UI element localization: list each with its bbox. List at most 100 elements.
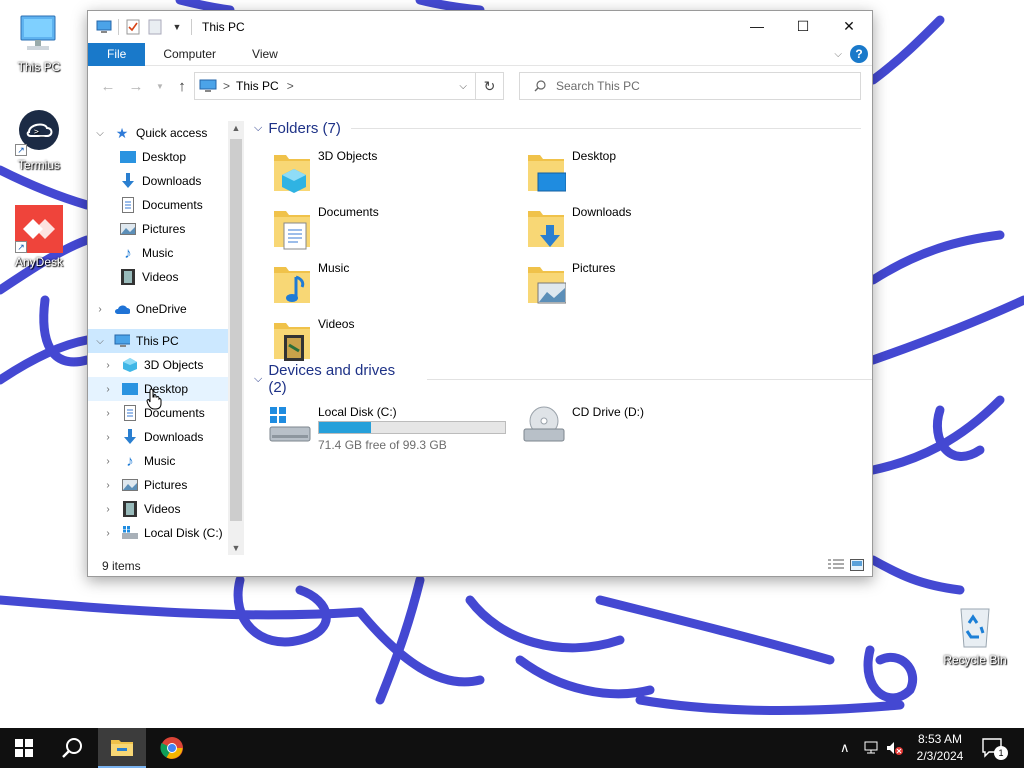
- taskbar-chrome[interactable]: [148, 728, 196, 768]
- mouse-cursor-hand-icon: [146, 388, 162, 410]
- desktop-icon: [122, 381, 138, 397]
- up-button[interactable]: ↑: [172, 76, 192, 96]
- back-button[interactable]: ←: [98, 76, 118, 96]
- breadcrumb-this-pc[interactable]: This PC: [236, 79, 279, 93]
- folders-group-header[interactable]: ⌵ Folders (7): [254, 117, 861, 139]
- forward-button[interactable]: →: [126, 76, 146, 96]
- nav-scrollbar[interactable]: ▲ ▼: [228, 121, 244, 555]
- drive-local-disk-c[interactable]: Local Disk (C:) 71.4 GB free of 99.3 GB: [268, 403, 518, 453]
- drive-cd-d[interactable]: CD Drive (D:): [522, 403, 772, 453]
- nav-item-pictures[interactable]: Pictures 📌: [88, 217, 244, 241]
- nav-item-downloads[interactable]: › Downloads: [88, 425, 244, 449]
- taskbar-file-explorer[interactable]: [98, 728, 146, 768]
- nav-item-local-disk[interactable]: › Local Disk (C:): [88, 521, 244, 545]
- toolbar-divider: [191, 19, 192, 35]
- nav-item-documents[interactable]: › Documents: [88, 401, 244, 425]
- scroll-down-icon[interactable]: ▼: [228, 541, 244, 555]
- title-bar[interactable]: ▼ This PC — ☐ ✕: [88, 11, 872, 43]
- window-controls: — ☐ ✕: [734, 11, 872, 41]
- nav-item-videos[interactable]: › Videos: [88, 497, 244, 521]
- search-input[interactable]: [556, 79, 836, 93]
- nav-item-3d-objects[interactable]: › 3D Objects: [88, 353, 244, 377]
- nav-quick-access[interactable]: ⌵ ★ Quick access: [88, 121, 244, 145]
- start-button[interactable]: [0, 728, 48, 768]
- nav-item-downloads[interactable]: Downloads 📌: [88, 169, 244, 193]
- desktop-icon-this-pc[interactable]: This PC: [4, 10, 74, 74]
- chevron-down-icon[interactable]: ⌵: [254, 122, 262, 135]
- taskbar: ∧ 8:53 AM 2/3/2024 1: [0, 728, 1024, 768]
- nav-item-pictures[interactable]: › Pictures: [88, 473, 244, 497]
- desktop-icon-recycle-bin[interactable]: Recycle Bin: [940, 603, 1010, 667]
- folder-pictures[interactable]: Pictures: [526, 259, 776, 311]
- drives-group-header[interactable]: ⌵ Devices and drives (2): [254, 362, 872, 396]
- volume-muted-icon[interactable]: [886, 740, 904, 759]
- tab-computer[interactable]: Computer: [145, 43, 234, 66]
- chevron-right-icon[interactable]: ›: [102, 456, 114, 467]
- notification-badge: 1: [994, 746, 1008, 760]
- close-button[interactable]: ✕: [826, 11, 872, 41]
- address-history-chevron-icon[interactable]: ⌵: [459, 81, 467, 92]
- chevron-right-icon[interactable]: ›: [102, 360, 114, 371]
- chevron-down-icon[interactable]: ⌵: [94, 128, 106, 139]
- nav-item-desktop[interactable]: Desktop 📌: [88, 145, 244, 169]
- videos-icon: [122, 501, 138, 517]
- folder-3d-objects[interactable]: 3D Objects: [272, 147, 522, 199]
- folder-music[interactable]: Music: [272, 259, 522, 311]
- scroll-up-icon[interactable]: ▲: [228, 121, 244, 135]
- windows-logo-icon: [15, 739, 33, 757]
- search-icon: [534, 80, 546, 92]
- nav-item-music[interactable]: › ♪ Music: [88, 449, 244, 473]
- breadcrumb-separator[interactable]: >: [287, 79, 294, 93]
- nav-item-documents[interactable]: Documents 📌: [88, 193, 244, 217]
- music-icon: ♪: [126, 452, 134, 470]
- chevron-down-icon[interactable]: ⌵: [94, 336, 106, 347]
- chevron-down-icon[interactable]: ⌵: [254, 373, 262, 386]
- search-box[interactable]: [519, 72, 861, 100]
- desktop-icon-anydesk[interactable]: ↗ AnyDesk: [4, 205, 74, 269]
- chevron-right-icon[interactable]: ›: [102, 528, 114, 539]
- search-button[interactable]: [48, 728, 96, 768]
- help-icon[interactable]: ?: [850, 45, 868, 63]
- chevron-right-icon[interactable]: ›: [102, 408, 114, 419]
- desktop-icon-termius[interactable]: >_ ↗ Termius: [4, 108, 74, 172]
- tab-view[interactable]: View: [234, 43, 296, 66]
- up-arrow-icon: ↑: [178, 77, 186, 95]
- customize-toolbar-chevron-icon[interactable]: ▼: [169, 19, 185, 35]
- folder-documents[interactable]: Documents: [272, 203, 522, 255]
- folder-downloads[interactable]: Downloads: [526, 203, 776, 255]
- tab-file[interactable]: File: [88, 42, 146, 66]
- details-view-icon[interactable]: [828, 559, 844, 574]
- nav-item-desktop[interactable]: › Desktop: [88, 377, 244, 401]
- desktop-icon: [120, 149, 136, 165]
- recent-locations-button[interactable]: ▼: [150, 76, 170, 96]
- show-hidden-icons-chevron-icon[interactable]: ∧: [840, 740, 850, 756]
- network-icon[interactable]: [862, 740, 880, 759]
- chevron-right-icon[interactable]: ›: [94, 304, 106, 315]
- nav-onedrive[interactable]: › OneDrive: [88, 297, 244, 321]
- chevron-right-icon[interactable]: ›: [102, 384, 114, 395]
- chevron-right-icon[interactable]: ›: [102, 480, 114, 491]
- nav-this-pc[interactable]: ⌵ This PC: [88, 329, 244, 353]
- nav-item-videos[interactable]: Videos: [88, 265, 244, 289]
- file-explorer-icon: [111, 740, 133, 756]
- properties-icon[interactable]: [125, 19, 141, 35]
- new-folder-icon[interactable]: [147, 19, 163, 35]
- folder-videos[interactable]: Videos: [272, 315, 522, 367]
- chevron-right-icon[interactable]: ›: [102, 432, 114, 443]
- nav-item-music[interactable]: ♪ Music: [88, 241, 244, 265]
- videos-folder-icon: [274, 323, 310, 361]
- notification-center-button[interactable]: 1: [970, 728, 1016, 768]
- minimize-button[interactable]: —: [734, 11, 780, 41]
- expand-ribbon-chevron-icon[interactable]: ⌵: [834, 49, 842, 60]
- large-icons-view-icon[interactable]: [850, 559, 864, 574]
- address-bar[interactable]: > This PC > ⌵: [194, 72, 476, 100]
- refresh-button[interactable]: ↻: [476, 72, 504, 100]
- scrollbar-thumb[interactable]: [230, 139, 242, 521]
- file-explorer-window: ▼ This PC — ☐ ✕ File Computer View ⌵ ? ←…: [87, 10, 873, 577]
- drive-free-space: 71.4 GB free of 99.3 GB: [318, 438, 447, 452]
- maximize-button[interactable]: ☐: [780, 11, 826, 41]
- chevron-right-icon[interactable]: ›: [102, 504, 114, 515]
- group-divider: [426, 378, 872, 380]
- folder-desktop[interactable]: Desktop: [526, 147, 776, 199]
- taskbar-clock[interactable]: 8:53 AM 2/3/2024: [910, 731, 970, 765]
